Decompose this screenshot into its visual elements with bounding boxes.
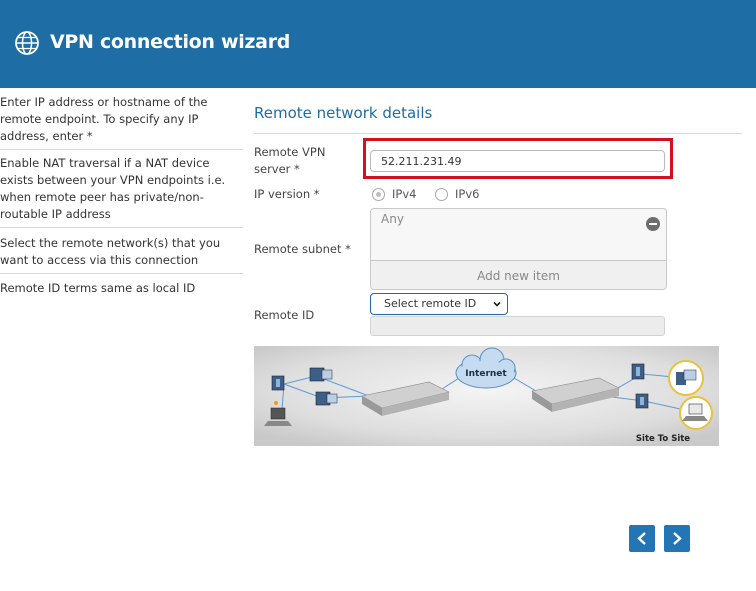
remote-vpn-server-label: Remote VPN server * — [254, 145, 326, 176]
remove-item-icon[interactable] — [646, 217, 660, 231]
section-title: Remote network details — [254, 104, 433, 122]
page-title: VPN connection wizard — [50, 31, 291, 53]
remote-vpn-server-input[interactable] — [370, 150, 665, 172]
ipv4-label: IPv4 — [392, 187, 417, 201]
ipv6-label: IPv6 — [455, 187, 480, 201]
help-text-nat-traversal: Enable NAT traversal if a NAT device exi… — [0, 155, 243, 228]
chevron-left-icon — [637, 532, 646, 545]
chevron-right-icon — [673, 532, 682, 545]
site-to-site-label: Site To Site — [636, 434, 690, 444]
remote-id-select-text: Select remote ID — [384, 297, 477, 310]
previous-button[interactable] — [629, 525, 655, 552]
globe-icon — [15, 31, 39, 55]
add-new-item-button[interactable]: Add new item — [371, 260, 666, 289]
ip-version-label: IP version * — [254, 187, 320, 201]
section-divider — [254, 133, 742, 134]
remote-id-input — [370, 316, 665, 336]
site-to-site-diagram: Internet Site To Site — [254, 346, 719, 446]
wizard-header: VPN connection wizard — [0, 0, 756, 88]
help-text-remote-server: Enter IP address or hostname of the remo… — [0, 94, 243, 150]
help-text-remote-network: Select the remote network(s) that you wa… — [0, 235, 243, 274]
internet-label: Internet — [465, 369, 507, 379]
subnet-item: Any — [381, 212, 404, 226]
remote-id-label: Remote ID — [254, 308, 315, 322]
help-text-remote-id: Remote ID terms same as local ID — [0, 281, 196, 295]
next-button[interactable] — [664, 525, 690, 552]
remote-subnet-list: Any Add new item — [370, 208, 667, 290]
chevron-down-icon — [493, 301, 501, 307]
remote-id-select[interactable]: Select remote ID — [370, 293, 508, 315]
ipv4-radio[interactable] — [372, 188, 385, 201]
remote-subnet-label: Remote subnet * — [254, 242, 351, 256]
ipv6-radio[interactable] — [435, 188, 448, 201]
